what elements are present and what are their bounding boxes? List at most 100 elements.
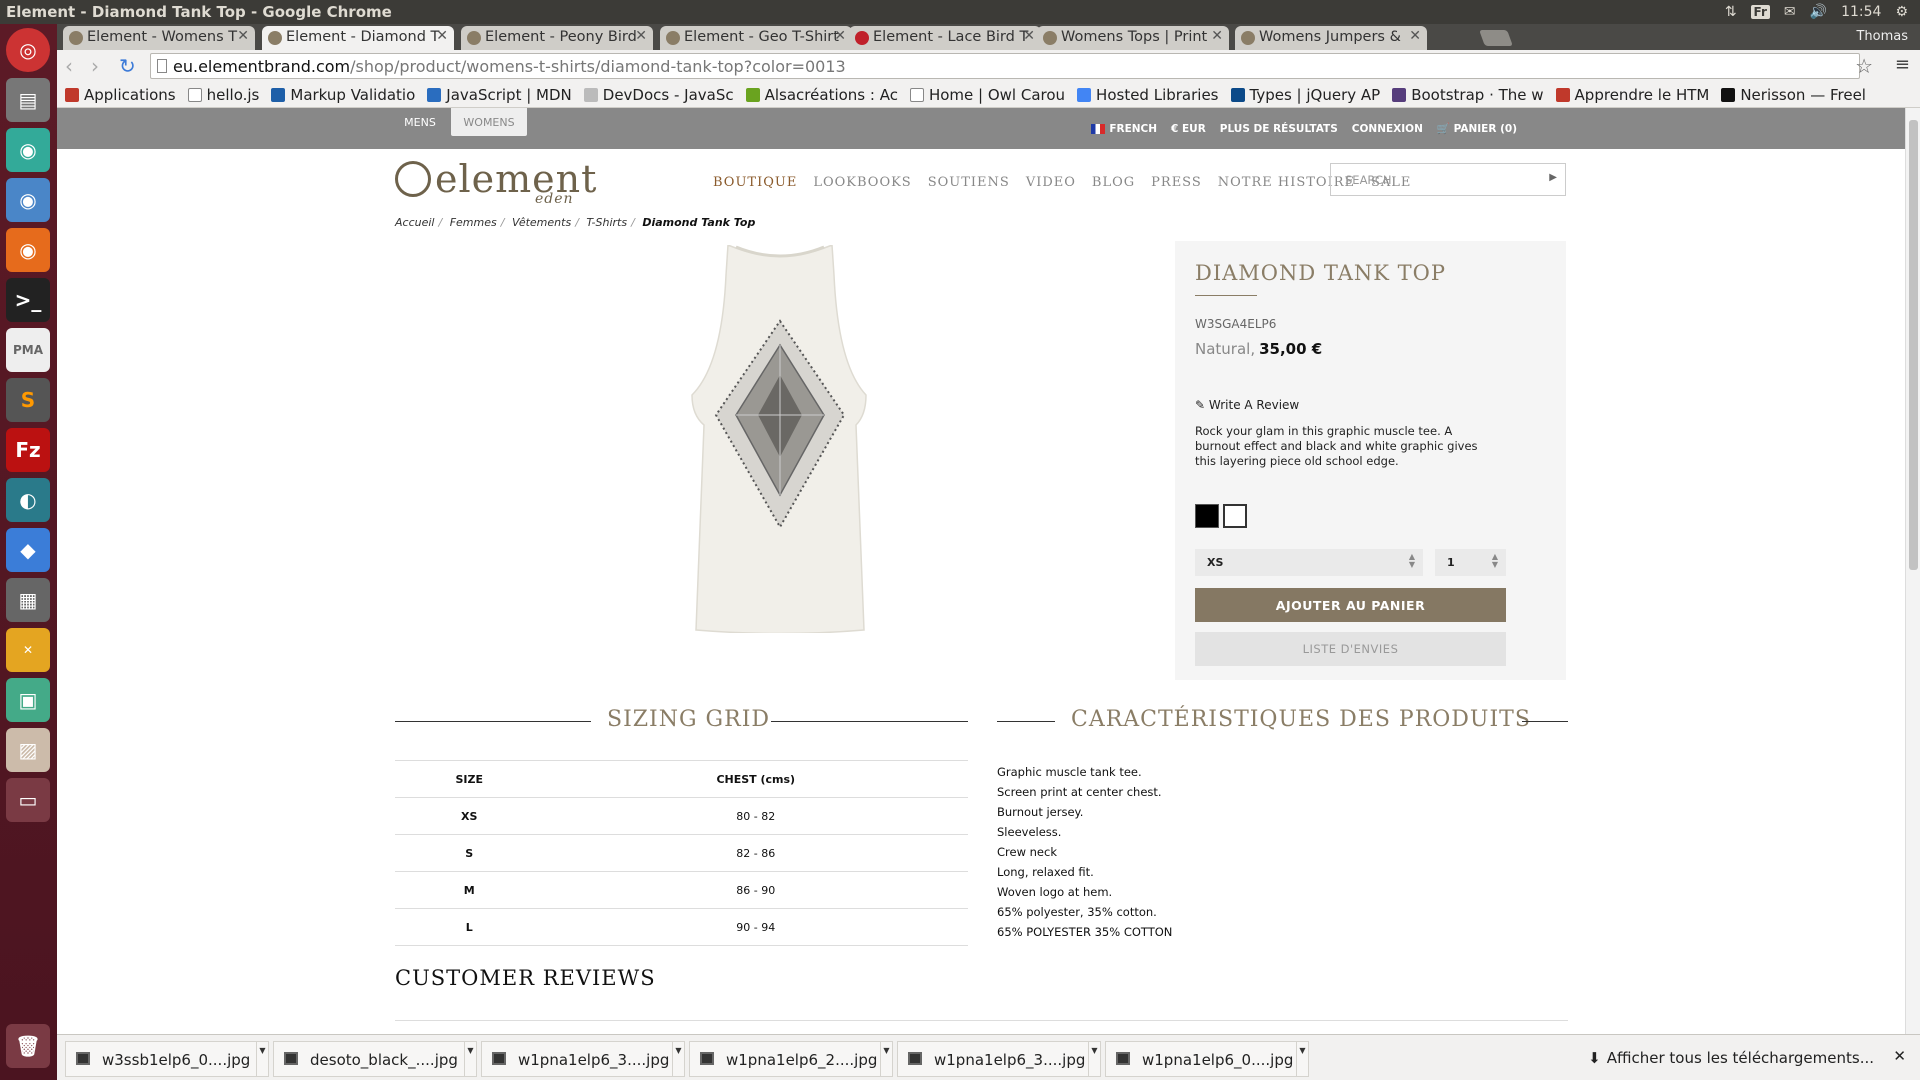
nav-press[interactable]: PRESS [1151, 175, 1202, 190]
trash-icon[interactable]: 🗑 [6, 1024, 50, 1068]
bookmark-item[interactable]: Applications [65, 86, 176, 104]
mail-icon[interactable]: ✉ [1784, 4, 1796, 20]
download-item[interactable]: w3ssb1elp6_0....jpg ▼ [65, 1041, 269, 1077]
firefox-icon[interactable]: ◉ [6, 228, 50, 272]
size-select[interactable]: XS ▲ ▼ [1195, 549, 1423, 576]
more-results-link[interactable]: PLUS DE RÉSULTATS [1220, 123, 1338, 135]
reload-icon[interactable]: ↻ [119, 54, 136, 78]
download-item[interactable]: w1pna1elp6_2....jpg ▼ [689, 1041, 893, 1077]
download-menu-icon[interactable]: ▼ [1088, 1042, 1100, 1076]
bookmark-item[interactable]: Types | jQuery AP [1230, 86, 1380, 104]
tab-element-lace-bird[interactable]: Element - Lace Bird T ✕ [849, 26, 1041, 50]
write-review-link[interactable]: ✎ Write A Review [1195, 398, 1299, 412]
volume-icon[interactable]: 🔊 [1810, 4, 1827, 20]
profile-name[interactable]: Thomas [1856, 29, 1908, 44]
show-all-downloads-link[interactable]: ⬇ Afficher tous les téléchargements... [1588, 1049, 1874, 1067]
tab-element-geo[interactable]: Element - Geo T-Shirt ✕ [660, 26, 852, 50]
nav-soutiens[interactable]: SOUTIENS [928, 175, 1010, 190]
close-tab-icon[interactable]: ✕ [834, 28, 846, 44]
download-item[interactable]: w1pna1elp6_3....jpg ▼ [481, 1041, 685, 1077]
color-swatch-white[interactable] [1223, 504, 1247, 528]
cart-link[interactable]: 🛒 PANIER (0) [1437, 122, 1517, 135]
scrollbar-thumb[interactable] [1909, 120, 1918, 570]
forward-arrow-icon[interactable]: › [91, 54, 99, 78]
search-input[interactable]: SEARCH ▶ [1330, 163, 1566, 196]
download-item[interactable]: w1pna1elp6_0....jpg ▼ [1105, 1041, 1309, 1077]
tab-womens-tops[interactable]: Womens Tops | Print ✕ [1037, 26, 1229, 50]
quantity-select[interactable]: 1 ▲ ▼ [1435, 549, 1506, 576]
tab-mens[interactable]: MENS [395, 108, 445, 136]
bookmark-star-icon[interactable]: ☆ [1855, 54, 1873, 78]
phpmyadmin-icon[interactable]: PMA [6, 328, 50, 372]
image-viewer-icon[interactable]: ▨ [6, 728, 50, 772]
add-to-cart-button[interactable]: AJOUTER AU PANIER [1195, 588, 1506, 622]
color-swatch-black[interactable] [1195, 504, 1219, 528]
login-link[interactable]: CONNEXION [1352, 123, 1423, 135]
chat-app-icon[interactable]: ✕ [6, 628, 50, 672]
language-selector[interactable]: FRENCH [1091, 123, 1157, 135]
calculator-icon[interactable]: ▦ [6, 578, 50, 622]
network-icon[interactable]: ⇅ [1725, 4, 1737, 20]
nav-video[interactable]: VIDEO [1026, 175, 1076, 190]
bookmark-item[interactable]: JavaScript | MDN [427, 86, 572, 104]
wishlist-button[interactable]: LISTE D'ENVIES [1195, 632, 1506, 666]
download-menu-icon[interactable]: ▼ [464, 1042, 476, 1076]
ubuntu-dash-icon[interactable]: ◎ [6, 28, 50, 72]
bookmark-item[interactable]: Alsacréations : Ac [745, 86, 898, 104]
breadcrumb-link[interactable]: Accueil [395, 216, 434, 229]
settings-gear-icon[interactable]: ⚙ [1895, 4, 1908, 20]
close-tab-icon[interactable]: ✕ [1023, 28, 1035, 44]
nav-boutique[interactable]: BOUTIQUE [713, 175, 797, 190]
product-image[interactable] [684, 245, 876, 633]
back-arrow-icon[interactable]: ‹ [65, 54, 73, 78]
chrome-icon[interactable]: ◉ [6, 128, 50, 172]
chrome-menu-icon[interactable]: ≡ [1895, 54, 1910, 75]
bookmark-item[interactable]: Hosted Libraries [1077, 86, 1219, 104]
bookmark-item[interactable]: hello.js [187, 86, 259, 104]
chromium-icon[interactable]: ◉ [6, 178, 50, 222]
download-menu-icon[interactable]: ▼ [672, 1042, 684, 1076]
bookmark-item[interactable]: Markup Validatio [271, 86, 415, 104]
sublime-text-icon[interactable]: S [6, 378, 50, 422]
breadcrumb-link[interactable]: Femmes [450, 216, 497, 229]
new-tab-button[interactable] [1479, 30, 1513, 46]
files-icon[interactable]: ▤ [6, 78, 50, 122]
bookmark-item[interactable]: Home | Owl Carou [909, 86, 1065, 104]
breadcrumb-link[interactable]: T-Shirts [586, 216, 627, 229]
download-item[interactable]: desoto_black_....jpg ▼ [273, 1041, 477, 1077]
workspace-switcher-icon[interactable]: ▭ [6, 778, 50, 822]
dropbox-icon[interactable]: ◆ [6, 528, 50, 572]
filezilla-icon[interactable]: Fz [6, 428, 50, 472]
cube-app-icon[interactable]: ▣ [6, 678, 50, 722]
download-menu-icon[interactable]: ▼ [1296, 1042, 1308, 1076]
nav-blog[interactable]: BLOG [1092, 175, 1135, 190]
bookmark-item[interactable]: Bootstrap · The w [1392, 86, 1544, 104]
close-tab-icon[interactable]: ✕ [1409, 28, 1421, 44]
currency-selector[interactable]: € EUR [1171, 123, 1206, 135]
bookmark-item[interactable]: DevDocs - JavaSc [583, 86, 734, 104]
nav-lookbooks[interactable]: LOOKBOOKS [813, 175, 911, 190]
breadcrumb-link[interactable]: Vêtements [512, 216, 571, 229]
close-tab-icon[interactable]: ✕ [1211, 28, 1223, 44]
bookmark-item[interactable]: Nerisson — Freel [1721, 86, 1866, 104]
close-downloads-icon[interactable]: ✕ [1893, 1047, 1906, 1065]
bookmark-item[interactable]: Apprendre le HTM [1555, 86, 1709, 104]
keyboard-layout-indicator[interactable]: Fr [1750, 5, 1770, 19]
terminal-icon[interactable]: >_ [6, 278, 50, 322]
download-menu-icon[interactable]: ▼ [880, 1042, 892, 1076]
tab-element-womens[interactable]: Element - Womens T ✕ [63, 26, 255, 50]
tab-womens[interactable]: WOMENS [451, 108, 527, 136]
element-logo[interactable]: element eden [395, 157, 597, 207]
download-menu-icon[interactable]: ▼ [256, 1042, 268, 1076]
tab-element-diamond[interactable]: Element - Diamond T ✕ [262, 26, 454, 50]
close-tab-icon[interactable]: ✕ [237, 28, 249, 44]
close-tab-icon[interactable]: ✕ [436, 28, 448, 44]
search-submit-icon[interactable]: ▶ [1549, 172, 1557, 183]
tab-element-peony[interactable]: Element - Peony Bird ✕ [461, 26, 653, 50]
download-item[interactable]: w1pna1elp6_3....jpg ▼ [897, 1041, 1101, 1077]
tab-womens-jumpers[interactable]: Womens Jumpers & ✕ [1235, 26, 1427, 50]
clock[interactable]: 11:54 [1841, 4, 1881, 20]
close-tab-icon[interactable]: ✕ [635, 28, 647, 44]
address-bar[interactable]: eu.elementbrand.com/shop/product/womens-… [150, 53, 1860, 79]
page-scrollbar[interactable] [1905, 108, 1920, 1034]
